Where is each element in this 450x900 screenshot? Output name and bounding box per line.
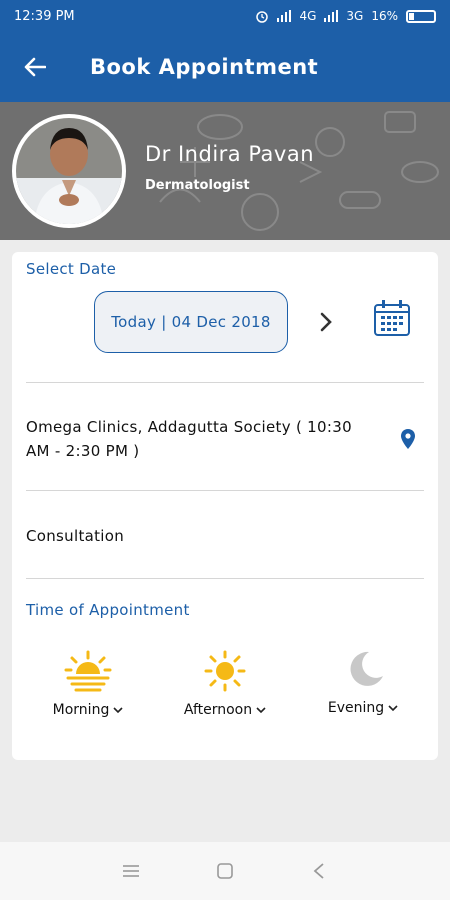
booking-card: Select Date Today | 04 Dec 2018 Omega Cl… [12,252,438,760]
calendar-button[interactable] [372,298,412,338]
back-button[interactable] [0,32,70,102]
square-icon [217,863,233,879]
slot-morning-label: Morning [52,702,110,718]
doctor-banner: Dr Indira Pavan Dermatologist [0,102,450,240]
sun-icon [204,650,246,692]
doctor-avatar [12,114,126,228]
chevron-right-icon [320,312,332,332]
slot-evening-label: Evening [327,700,385,716]
slot-afternoon-label: Afternoon [183,702,253,718]
battery-percent: 16% [371,9,398,23]
page-title: Book Appointment [90,55,319,79]
doctor-name: Dr Indira Pavan [145,142,315,166]
slot-morning[interactable]: Morning [33,650,143,718]
slot-evening[interactable]: Evening [308,648,418,716]
chevron-down-icon [388,704,398,711]
arrow-left-icon [24,57,46,77]
time-of-appointment-label: Time of Appointment [26,601,190,619]
next-date-button[interactable] [314,308,338,336]
divider [26,578,424,579]
battery-icon [406,9,436,23]
calendar-icon [374,300,410,336]
divider [26,382,424,383]
recents-button[interactable] [119,859,143,883]
location-pin-icon [401,429,415,449]
status-icons: 4G 3G 16% [255,9,436,23]
slot-afternoon[interactable]: Afternoon [170,650,280,718]
doctor-specialty: Dermatologist [145,178,250,193]
alarm-icon [256,11,269,23]
back-triangle-icon [313,863,324,879]
network-type-2: 3G [346,9,364,23]
chevron-down-icon [113,706,123,713]
status-bar: 12:39 PM 4G 3G 16% [0,0,450,32]
chevron-down-icon [256,706,266,713]
menu-icon [123,865,139,877]
status-time: 12:39 PM [14,8,75,24]
home-button[interactable] [213,859,237,883]
system-nav-bar [0,842,450,900]
divider [26,490,424,491]
doctor-photo [16,118,122,224]
sunrise-icon [64,650,112,692]
date-selector[interactable]: Today | 04 Dec 2018 [94,291,288,353]
consultation-label: Consultation [26,527,125,545]
back-nav-button[interactable] [307,859,331,883]
clinic-info: Omega Clinics, Addagutta Society ( 10:30… [26,418,352,460]
network-type: 4G [299,9,317,23]
app-bar: Book Appointment [0,32,450,102]
location-button[interactable] [400,428,416,450]
signal-icon [277,10,292,22]
select-date-label: Select Date [26,260,117,278]
signal-icon-2 [324,10,339,22]
moon-icon [350,651,383,686]
